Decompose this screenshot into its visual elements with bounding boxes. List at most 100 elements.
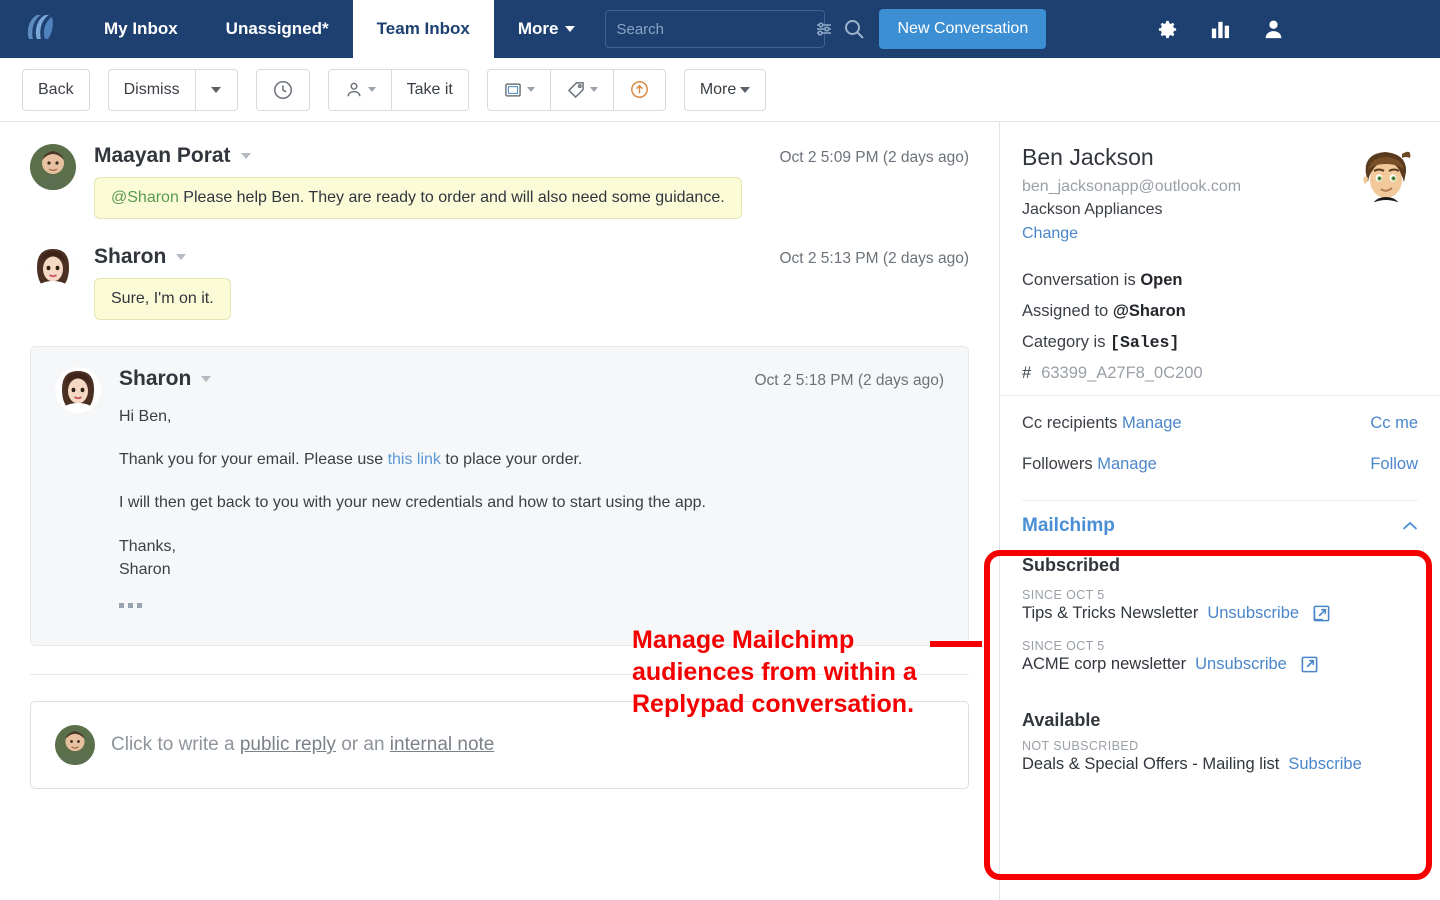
new-conversation-button[interactable]: New Conversation xyxy=(879,9,1047,49)
hash-icon: # xyxy=(1022,364,1032,382)
change-contact-link[interactable]: Change xyxy=(1022,225,1078,242)
assign-group: Take it xyxy=(327,68,469,111)
nav-tab-team-inbox[interactable]: Team Inbox xyxy=(352,0,494,58)
search-icon[interactable] xyxy=(843,18,865,40)
dismiss-dropdown-button[interactable] xyxy=(195,68,238,111)
tag-button[interactable] xyxy=(550,68,614,111)
chevron-down-icon[interactable] xyxy=(240,153,251,159)
back-button[interactable]: Back xyxy=(22,68,90,111)
more-label: More xyxy=(699,80,737,98)
replypad-app: My Inbox Unassigned* Team Inbox More Sea… xyxy=(0,0,1440,900)
thread-message: Sharon Oct 2 5:13 PM (2 days ago) Sure, … xyxy=(0,219,999,320)
message-timestamp: Oct 2 5:09 PM (2 days ago) xyxy=(779,149,969,166)
follow-link[interactable]: Follow xyxy=(1370,455,1418,474)
annotation-callout-text: Manage Mailchimp audiences from within a… xyxy=(632,626,917,718)
cc-me-link[interactable]: Cc me xyxy=(1370,414,1418,433)
sliders-icon[interactable] xyxy=(815,20,833,38)
message-body: Sharon Oct 2 5:13 PM (2 days ago) Sure, … xyxy=(94,245,969,320)
assign-button[interactable] xyxy=(327,68,392,111)
message-author[interactable]: Sharon xyxy=(94,245,166,269)
search-box[interactable] xyxy=(605,10,832,48)
search-input[interactable] xyxy=(616,20,816,38)
avatar xyxy=(55,367,101,413)
cc-manage-link[interactable]: Manage xyxy=(1122,414,1182,432)
ellipsis-expand-icon[interactable] xyxy=(119,602,142,608)
chevron-down-icon xyxy=(526,87,535,92)
app-logo[interactable] xyxy=(0,0,80,58)
internal-note-link[interactable]: internal note xyxy=(390,734,495,755)
mailchimp-panel: Mailchimp Subscribed SINCE OCT 5 Tips & … xyxy=(1000,500,1440,774)
nav-tab-more[interactable]: More xyxy=(494,0,600,58)
subscription-row: Tips & Tricks Newsletter Unsubscribe xyxy=(1022,604,1418,623)
message-author[interactable]: Sharon xyxy=(119,367,191,391)
email-body: Hi Ben, Thank you for your email. Please… xyxy=(119,405,944,615)
mailchimp-header[interactable]: Mailchimp xyxy=(1022,515,1418,537)
composer-placeholder: Click to write a public reply or an inte… xyxy=(111,734,494,756)
chevron-down-icon xyxy=(211,86,222,93)
chevron-down-icon xyxy=(565,26,576,32)
chevron-down-icon[interactable] xyxy=(176,254,187,260)
unsubscribe-link[interactable]: Unsubscribe xyxy=(1195,655,1287,674)
nav-tab-unassigned[interactable]: Unassigned* xyxy=(202,0,353,58)
message-author[interactable]: Maayan Porat xyxy=(94,144,231,168)
assigned-row: Assigned to @Sharon xyxy=(1022,302,1418,321)
main-area: Maayan Porat Oct 2 5:09 PM (2 days ago) … xyxy=(0,122,1440,900)
arrow-up-circle-icon xyxy=(629,79,650,100)
more-group: More xyxy=(683,68,767,111)
chevron-down-icon[interactable] xyxy=(201,376,212,382)
user-account-icon[interactable] xyxy=(1262,18,1285,41)
navbar-right: New Conversation xyxy=(605,0,1285,58)
person-icon xyxy=(344,80,364,100)
internal-note-bubble: Sure, I'm on it. xyxy=(94,278,231,320)
message-timestamp: Oct 2 5:18 PM (2 days ago) xyxy=(754,372,944,389)
email-line: Thanks, xyxy=(119,537,176,555)
external-link-icon[interactable] xyxy=(1312,604,1331,623)
chevron-up-icon[interactable] xyxy=(1402,521,1418,531)
mention-token[interactable]: @Sharon xyxy=(111,189,179,206)
contact-card: Ben Jackson ben_jacksonapp@outlook.com J… xyxy=(1000,122,1440,243)
composer-prefix: Click to write a xyxy=(111,734,240,756)
folder-button[interactable] xyxy=(486,68,551,111)
conversation-sidebar: Ben Jackson ben_jacksonapp@outlook.com J… xyxy=(1000,122,1440,900)
message-body: Sharon Oct 2 5:18 PM (2 days ago) Hi Ben… xyxy=(119,367,944,615)
mailchimp-divider xyxy=(1022,500,1418,501)
public-reply-link[interactable]: public reply xyxy=(240,734,336,755)
chevron-down-icon xyxy=(740,86,751,93)
snooze-button[interactable] xyxy=(255,68,310,111)
gear-icon[interactable] xyxy=(1156,18,1179,41)
upload-button[interactable] xyxy=(613,68,666,111)
assigned-prefix: Assigned to xyxy=(1022,302,1113,320)
nav-tabs: My Inbox Unassigned* Team Inbox More xyxy=(80,0,599,58)
subscribe-link[interactable]: Subscribe xyxy=(1288,755,1361,774)
avatar xyxy=(30,144,76,190)
nav-tab-label: More xyxy=(517,19,559,38)
nav-tab-label: Unassigned* xyxy=(225,19,329,38)
category-row: Category is [Sales] xyxy=(1022,333,1418,352)
external-link-icon[interactable] xyxy=(1300,655,1319,674)
mailchimp-subscribed-title: Subscribed xyxy=(1022,555,1121,575)
folder-icon xyxy=(503,80,523,100)
category-value[interactable]: [Sales] xyxy=(1110,333,1179,352)
more-button[interactable]: More xyxy=(683,68,767,111)
status-badge[interactable]: Open xyxy=(1140,271,1182,289)
unsubscribe-link[interactable]: Unsubscribe xyxy=(1207,604,1299,623)
message-timestamp: Oct 2 5:13 PM (2 days ago) xyxy=(779,250,969,267)
reports-bar-chart-icon[interactable] xyxy=(1209,18,1232,41)
list-name: ACME corp newsletter xyxy=(1022,655,1187,673)
email-signature: Sharon xyxy=(119,560,171,578)
assignee-value[interactable]: @Sharon xyxy=(1113,302,1186,320)
nav-tab-label: My Inbox xyxy=(104,19,178,38)
take-it-button[interactable]: Take it xyxy=(391,68,469,111)
message-header: Maayan Porat Oct 2 5:09 PM (2 days ago) xyxy=(94,144,969,168)
message-header: Sharon Oct 2 5:13 PM (2 days ago) xyxy=(94,245,969,269)
email-inline-link[interactable]: this link xyxy=(388,451,441,468)
conversation-thread: Maayan Porat Oct 2 5:09 PM (2 days ago) … xyxy=(0,122,1000,900)
followers-manage-link[interactable]: Manage xyxy=(1097,455,1157,473)
subscription-row: Deals & Special Offers - Mailing list Su… xyxy=(1022,755,1418,774)
category-prefix: Category is xyxy=(1022,333,1111,351)
mailchimp-list-item: NOT SUBSCRIBED Deals & Special Offers - … xyxy=(1022,739,1418,774)
mailchimp-title[interactable]: Mailchimp xyxy=(1022,515,1115,537)
dismiss-button[interactable]: Dismiss xyxy=(107,68,196,111)
nav-tab-my-inbox[interactable]: My Inbox xyxy=(80,0,202,58)
composer-middle: or an xyxy=(335,734,390,756)
